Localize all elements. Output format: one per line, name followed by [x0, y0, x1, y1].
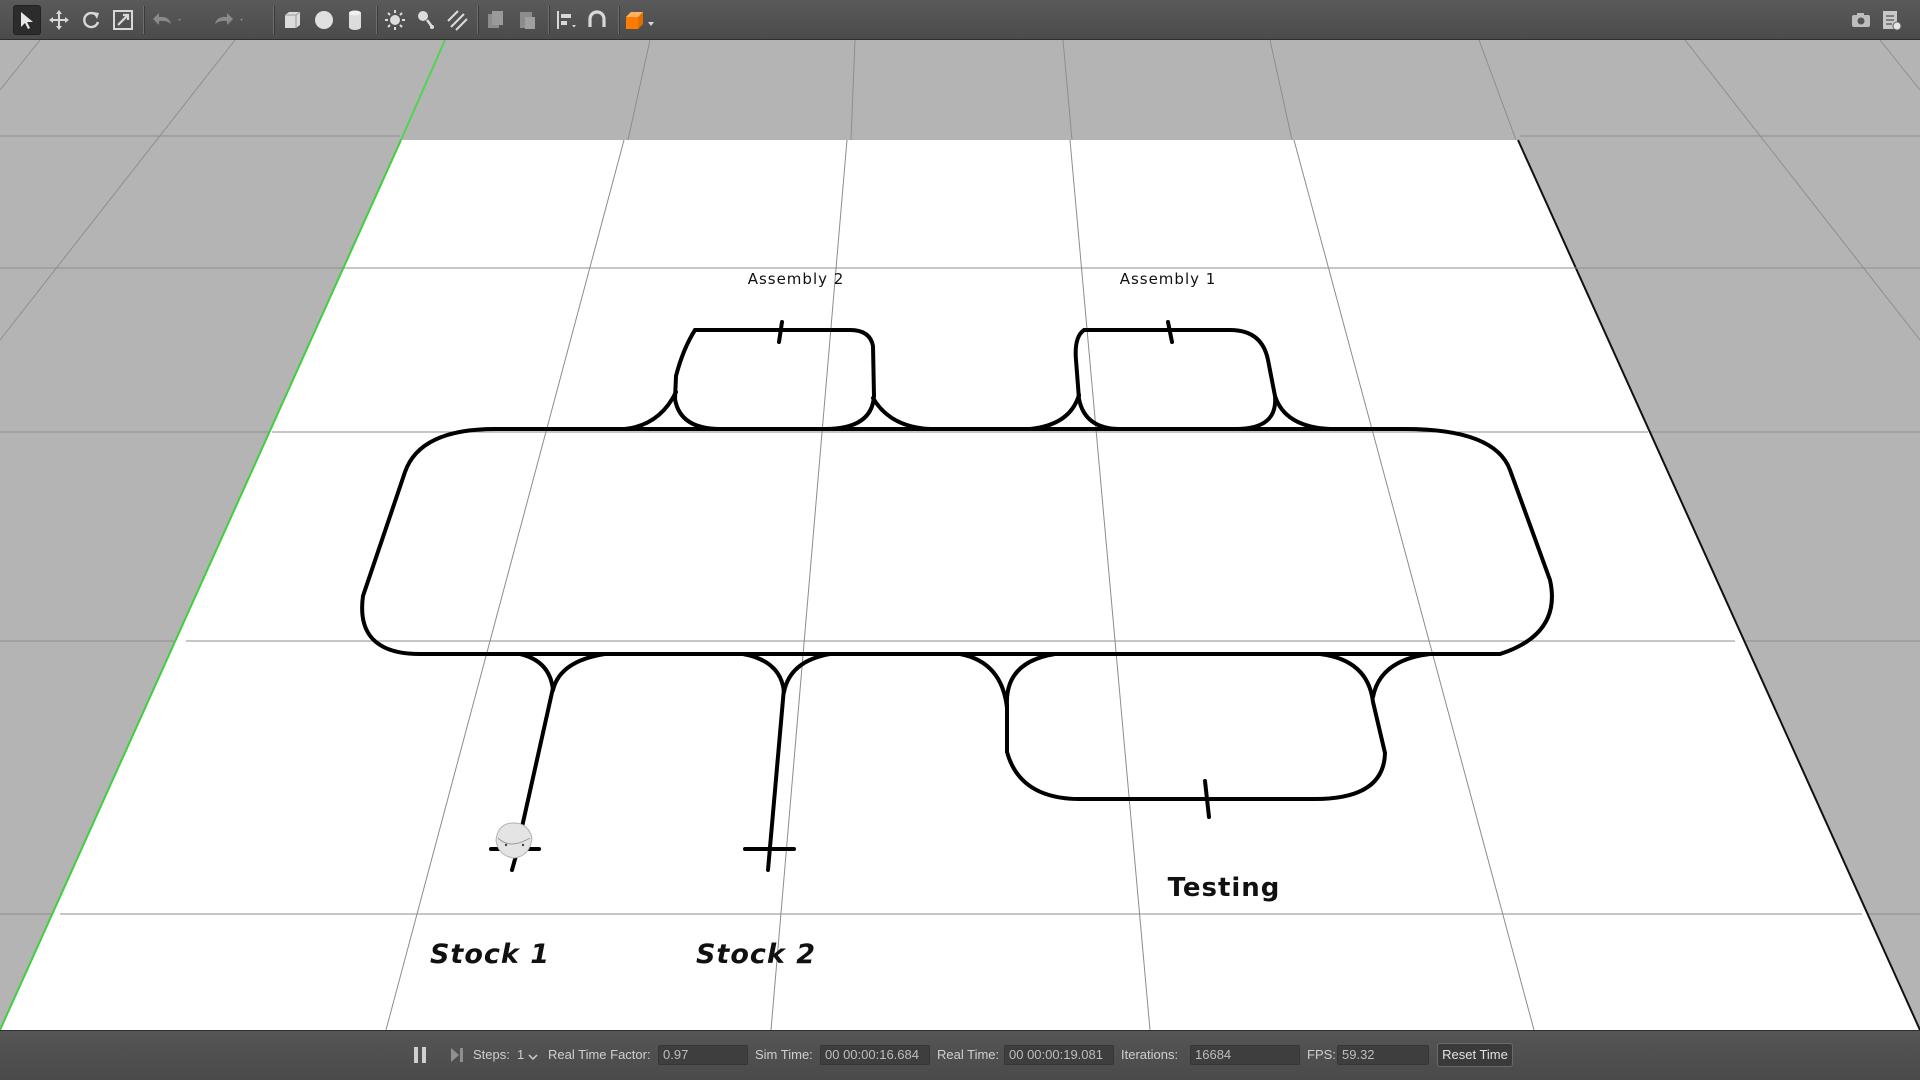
- log-icon[interactable]: [1877, 5, 1905, 35]
- real-time-factor-field: 0.97: [658, 1045, 748, 1065]
- top-toolbar: [0, 0, 1920, 40]
- x-axis-line: [400, 40, 446, 141]
- step-forward-icon: [451, 1048, 463, 1062]
- step-button[interactable]: [446, 1044, 468, 1066]
- sphere-shape-icon[interactable]: [310, 5, 338, 35]
- fps-label: FPS:: [1307, 1047, 1336, 1062]
- grid-line: [627, 40, 651, 141]
- box-shape-icon[interactable]: [278, 5, 306, 35]
- snap-icon[interactable]: [583, 5, 611, 35]
- undo-icon[interactable]: [148, 5, 184, 35]
- scene-canvas: Assembly 2 Assembly 1 Testing Stock 1 St…: [0, 40, 1920, 1030]
- real-time-label: Real Time:: [937, 1047, 1000, 1062]
- sim-time-label: Sim Time:: [755, 1047, 813, 1062]
- fps-field: 59.32: [1337, 1045, 1429, 1065]
- translate-mode-icon[interactable]: [45, 5, 73, 35]
- screenshot-icon[interactable]: [1847, 5, 1875, 35]
- toolbar-separator: [143, 6, 145, 34]
- real-time-field: 00 00:00:19.081: [1004, 1045, 1114, 1065]
- robot-wheel: [504, 843, 508, 847]
- steps-value[interactable]: 1: [517, 1047, 524, 1062]
- testing-label: Testing: [1168, 873, 1281, 903]
- grid-line: [1684, 40, 1920, 341]
- grid-line: [0, 40, 41, 91]
- paste-icon[interactable]: [513, 5, 541, 35]
- sim-time-field: 00 00:00:16.684: [820, 1045, 930, 1065]
- toolbar-separator: [273, 6, 275, 34]
- cylinder-shape-icon[interactable]: [341, 5, 369, 35]
- point-light-icon[interactable]: [381, 5, 409, 35]
- steps-dropdown-icon[interactable]: [527, 1050, 539, 1065]
- spot-light-icon[interactable]: [412, 5, 440, 35]
- toolbar-separator: [618, 6, 620, 34]
- steps-label: Steps:: [473, 1047, 510, 1062]
- toolbar-separator: [477, 6, 479, 34]
- real-time-factor-label: Real Time Factor:: [548, 1047, 651, 1062]
- pause-button[interactable]: [409, 1044, 431, 1066]
- robot-wheel: [521, 843, 525, 847]
- rotate-mode-icon[interactable]: [77, 5, 105, 35]
- scale-mode-icon[interactable]: [109, 5, 137, 35]
- copy-icon[interactable]: [482, 5, 510, 35]
- stock-1-label: Stock 1: [430, 939, 550, 970]
- toolbar-separator: [376, 6, 378, 34]
- view-angle-icon[interactable]: [622, 5, 658, 35]
- iterations-label: Iterations:: [1121, 1047, 1179, 1062]
- grid-line: [1879, 40, 1920, 91]
- iterations-field: 16684: [1190, 1045, 1300, 1065]
- grid-line: [0, 40, 236, 341]
- grid-line: [1062, 40, 1073, 141]
- reset-time-button[interactable]: Reset Time: [1437, 1043, 1513, 1067]
- align-icon[interactable]: [553, 5, 581, 35]
- select-mode-icon[interactable]: [13, 5, 41, 35]
- assembly-2-label: Assembly 2: [748, 270, 845, 288]
- directional-light-icon[interactable]: [443, 5, 471, 35]
- gazebo-window: Assembly 2 Assembly 1 Testing Stock 1 St…: [0, 0, 1920, 1080]
- ground-plane[interactable]: [0, 140, 1920, 1030]
- bottom-status-bar: Steps: 1 Real Time Factor: 0.97 Sim Time…: [0, 1030, 1920, 1080]
- grid-line: [850, 40, 856, 141]
- toolbar-separator: [548, 6, 550, 34]
- grid-line: [1478, 40, 1517, 141]
- grid-line: [1269, 40, 1293, 141]
- assembly-1-label: Assembly 1: [1120, 270, 1217, 288]
- stock-2-label: Stock 2: [696, 939, 816, 970]
- redo-icon[interactable]: [210, 5, 246, 35]
- scene-viewport[interactable]: Assembly 2 Assembly 1 Testing Stock 1 St…: [0, 40, 1920, 1030]
- pause-icon: [414, 1047, 426, 1063]
